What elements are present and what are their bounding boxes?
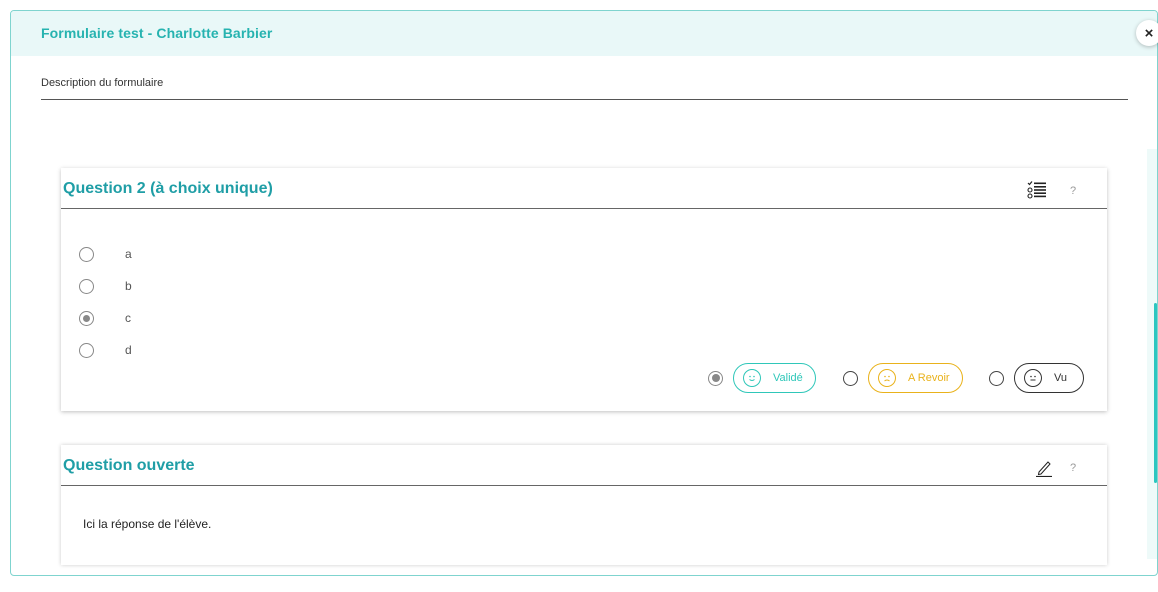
eval-radio[interactable]	[989, 370, 1004, 386]
vu-pill[interactable]: Vu	[1014, 363, 1085, 393]
option-label: a	[125, 247, 132, 261]
pencil-icon	[1036, 461, 1052, 477]
option-label: d	[125, 343, 132, 357]
scrollbar-thumb[interactable]	[1154, 303, 1157, 483]
neutral-face-icon	[1024, 369, 1042, 387]
modal-header: Formulaire test - Charlotte Barbier	[11, 11, 1157, 56]
option-d[interactable]: d	[79, 341, 132, 359]
form-description: Description du formulaire	[41, 77, 164, 89]
radio-button-selected[interactable]	[79, 310, 94, 326]
radio-button[interactable]	[79, 342, 94, 358]
radio-button[interactable]	[79, 278, 94, 294]
valide-label: Validé	[773, 372, 803, 384]
radio-button[interactable]	[79, 246, 94, 262]
vu-label: Vu	[1054, 372, 1068, 384]
sad-face-icon	[878, 369, 896, 387]
option-label: c	[125, 311, 131, 325]
question-card-single-choice: Question 2 (à choix unique) ? a b c d Va…	[61, 168, 1107, 411]
option-label: b	[125, 279, 132, 293]
eval-a-revoir[interactable]: A Revoir	[843, 363, 963, 393]
close-icon: ×	[1144, 24, 1154, 42]
card-divider	[61, 208, 1107, 209]
student-answer: Ici la réponse de l'élève.	[83, 517, 212, 531]
a-revoir-label: A Revoir	[908, 372, 950, 384]
question-card-open: Question ouverte ? Ici la réponse de l'é…	[61, 445, 1107, 565]
smile-face-icon	[743, 369, 761, 387]
modal-title: Formulaire test - Charlotte Barbier	[41, 25, 273, 41]
help-icon[interactable]: ?	[1070, 185, 1076, 197]
eval-radio-selected[interactable]	[708, 370, 723, 386]
question-title: Question ouverte	[63, 457, 195, 474]
option-b[interactable]: b	[79, 277, 132, 295]
help-icon[interactable]: ?	[1070, 462, 1076, 474]
option-a[interactable]: a	[79, 245, 132, 263]
checklist-icon	[1027, 181, 1046, 199]
eval-valide[interactable]: Validé	[708, 363, 816, 393]
eval-vu[interactable]: Vu	[989, 363, 1085, 393]
valide-pill[interactable]: Validé	[733, 363, 816, 393]
option-c[interactable]: c	[79, 309, 131, 327]
form-modal: Formulaire test - Charlotte Barbier Desc…	[10, 10, 1158, 576]
eval-radio[interactable]	[843, 370, 858, 386]
a-revoir-pill[interactable]: A Revoir	[868, 363, 963, 393]
question-title: Question 2 (à choix unique)	[63, 180, 273, 197]
close-button[interactable]: ×	[1136, 20, 1158, 46]
description-divider	[41, 99, 1128, 100]
card-divider	[61, 485, 1107, 486]
